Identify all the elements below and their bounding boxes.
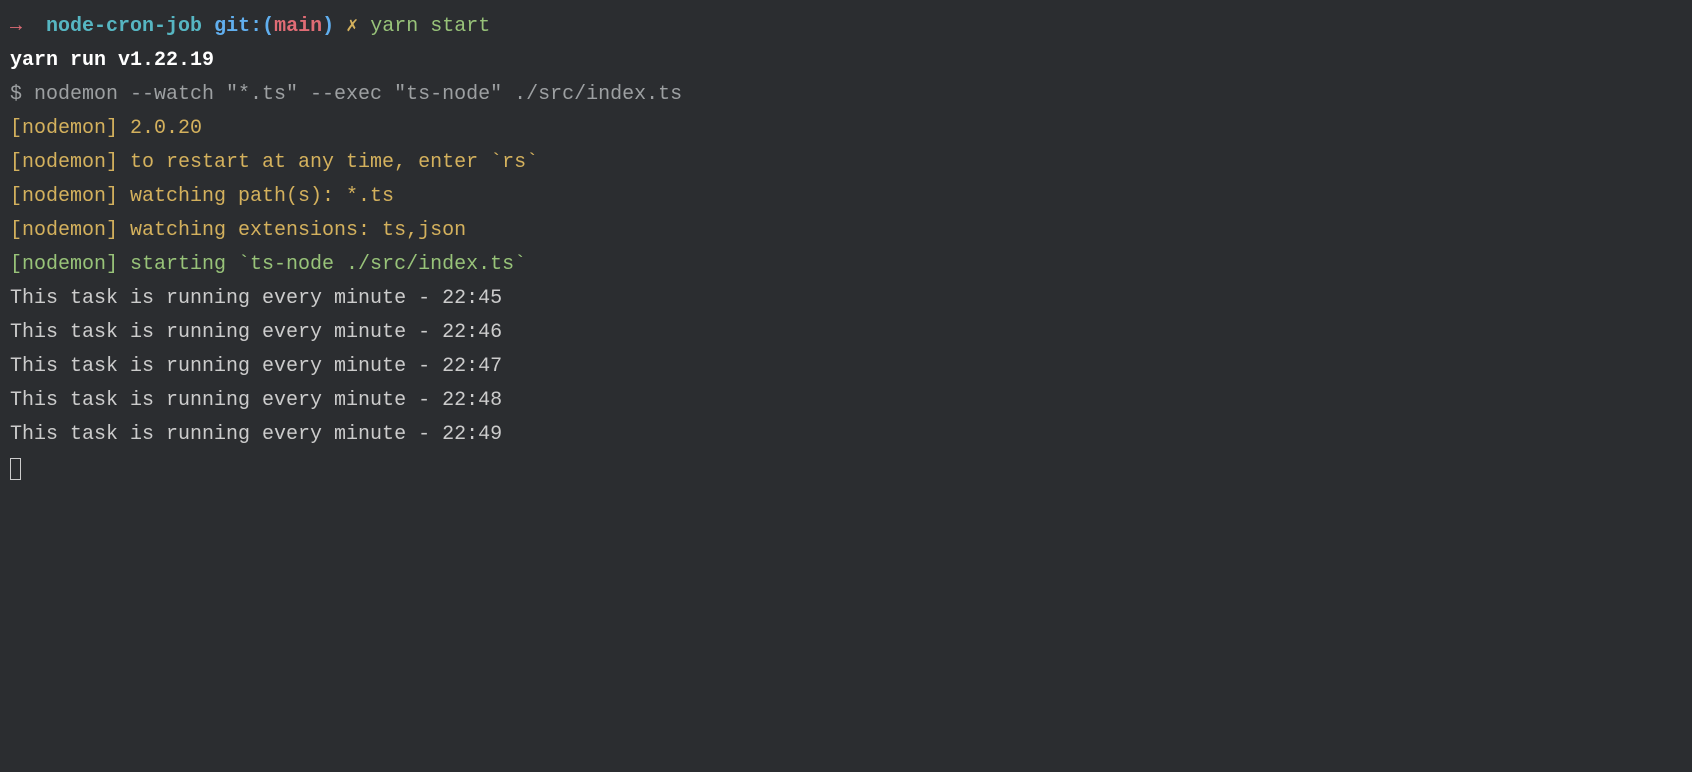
prompt-command: yarn start <box>370 15 490 38</box>
terminal-cursor-icon <box>10 458 21 480</box>
prompt-line: → node-cron-job git:(main) ✗ yarn start <box>10 10 1682 44</box>
nodemon-paths-line: [nodemon] watching path(s): *.ts <box>10 180 1682 214</box>
cursor-line[interactable] <box>10 452 1682 486</box>
nodemon-command-line: $ nodemon --watch "*.ts" --exec "ts-node… <box>10 78 1682 112</box>
prompt-branch: main <box>274 15 322 38</box>
task-output-line: This task is running every minute - 22:4… <box>10 350 1682 384</box>
prompt-arrow-icon: → <box>10 15 22 38</box>
prompt-paren-open: ( <box>262 15 274 38</box>
prompt-git-label: git: <box>214 15 262 38</box>
nodemon-starting-line: [nodemon] starting `ts-node ./src/index.… <box>10 248 1682 282</box>
terminal-window[interactable]: → node-cron-job git:(main) ✗ yarn start … <box>10 10 1682 486</box>
nodemon-version-line: [nodemon] 2.0.20 <box>10 112 1682 146</box>
nodemon-restart-line: [nodemon] to restart at any time, enter … <box>10 146 1682 180</box>
yarn-version-line: yarn run v1.22.19 <box>10 44 1682 78</box>
nodemon-extensions-line: [nodemon] watching extensions: ts,json <box>10 214 1682 248</box>
prompt-dirty-icon: ✗ <box>346 15 358 38</box>
task-output-line: This task is running every minute - 22:4… <box>10 418 1682 452</box>
task-output-line: This task is running every minute - 22:4… <box>10 316 1682 350</box>
prompt-directory: node-cron-job <box>46 15 202 38</box>
task-output-line: This task is running every minute - 22:4… <box>10 384 1682 418</box>
task-output-line: This task is running every minute - 22:4… <box>10 282 1682 316</box>
prompt-paren-close: ) <box>322 15 334 38</box>
